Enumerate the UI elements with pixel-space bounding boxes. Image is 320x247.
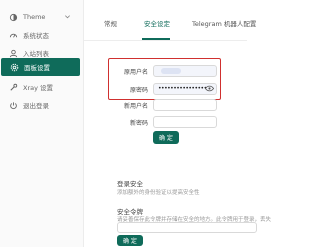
sidebar-item-label: 系统状态 bbox=[23, 32, 49, 40]
old-username-label: 原用户名 bbox=[123, 69, 148, 76]
sidebar-item-logout[interactable]: 退出登录 bbox=[0, 96, 82, 114]
user-icon bbox=[9, 49, 18, 57]
sidebar-item-system-status[interactable]: 系统状态 bbox=[0, 26, 82, 44]
eye-icon[interactable] bbox=[205, 85, 214, 92]
dashboard-icon bbox=[9, 33, 18, 38]
tab-telegram[interactable]: Telegram 机器人配置 bbox=[192, 18, 256, 28]
new-password-input[interactable] bbox=[153, 116, 217, 128]
sidebar-item-xray-settings[interactable]: Xray 设置 bbox=[0, 78, 82, 96]
settings-icon bbox=[10, 63, 19, 71]
old-password-label: 原密码 bbox=[129, 87, 148, 94]
token-confirm-button[interactable]: 确 定 bbox=[117, 235, 143, 246]
sidebar-item-label: 入站列表 bbox=[23, 50, 49, 58]
chevron-down-icon bbox=[65, 15, 70, 19]
active-tab-indicator bbox=[142, 38, 170, 40]
sidebar-item-panel-settings[interactable]: 面板设置 bbox=[1, 58, 80, 76]
settings-tabs: 常规 安全设定 Telegram 机器人配置 bbox=[84, 0, 256, 41]
username-value-masked bbox=[161, 68, 181, 74]
theme-icon bbox=[9, 13, 18, 21]
new-username-input[interactable] bbox=[153, 99, 217, 111]
sidebar-item-label: Xray 设置 bbox=[23, 84, 54, 92]
new-password-label: 新密码 bbox=[129, 120, 148, 127]
tool-icon bbox=[10, 83, 18, 91]
old-password-value: •••••••••••••••• bbox=[158, 85, 207, 92]
confirm-button[interactable]: 确 定 bbox=[153, 131, 179, 144]
sidebar: Theme 系统状态 入站列表 面板设置 Xray 设置 退出登录 bbox=[0, 0, 84, 247]
tab-general[interactable]: 常规 bbox=[104, 18, 117, 28]
new-username-label: 新用户名 bbox=[123, 103, 148, 110]
login-security-desc: 添加额外的身份验证以提高安全性 bbox=[117, 190, 200, 196]
old-username-input[interactable] bbox=[153, 65, 217, 77]
sidebar-item-label: 面板设置 bbox=[24, 64, 50, 72]
theme-label: Theme bbox=[23, 13, 46, 21]
logout-icon bbox=[10, 101, 17, 109]
token-input[interactable] bbox=[117, 222, 257, 233]
theme-toggle[interactable]: Theme bbox=[0, 8, 82, 26]
tab-security[interactable]: 安全设定 bbox=[144, 18, 170, 28]
login-security-title: 登录安全 bbox=[117, 180, 143, 188]
sidebar-item-label: 退出登录 bbox=[23, 102, 49, 110]
